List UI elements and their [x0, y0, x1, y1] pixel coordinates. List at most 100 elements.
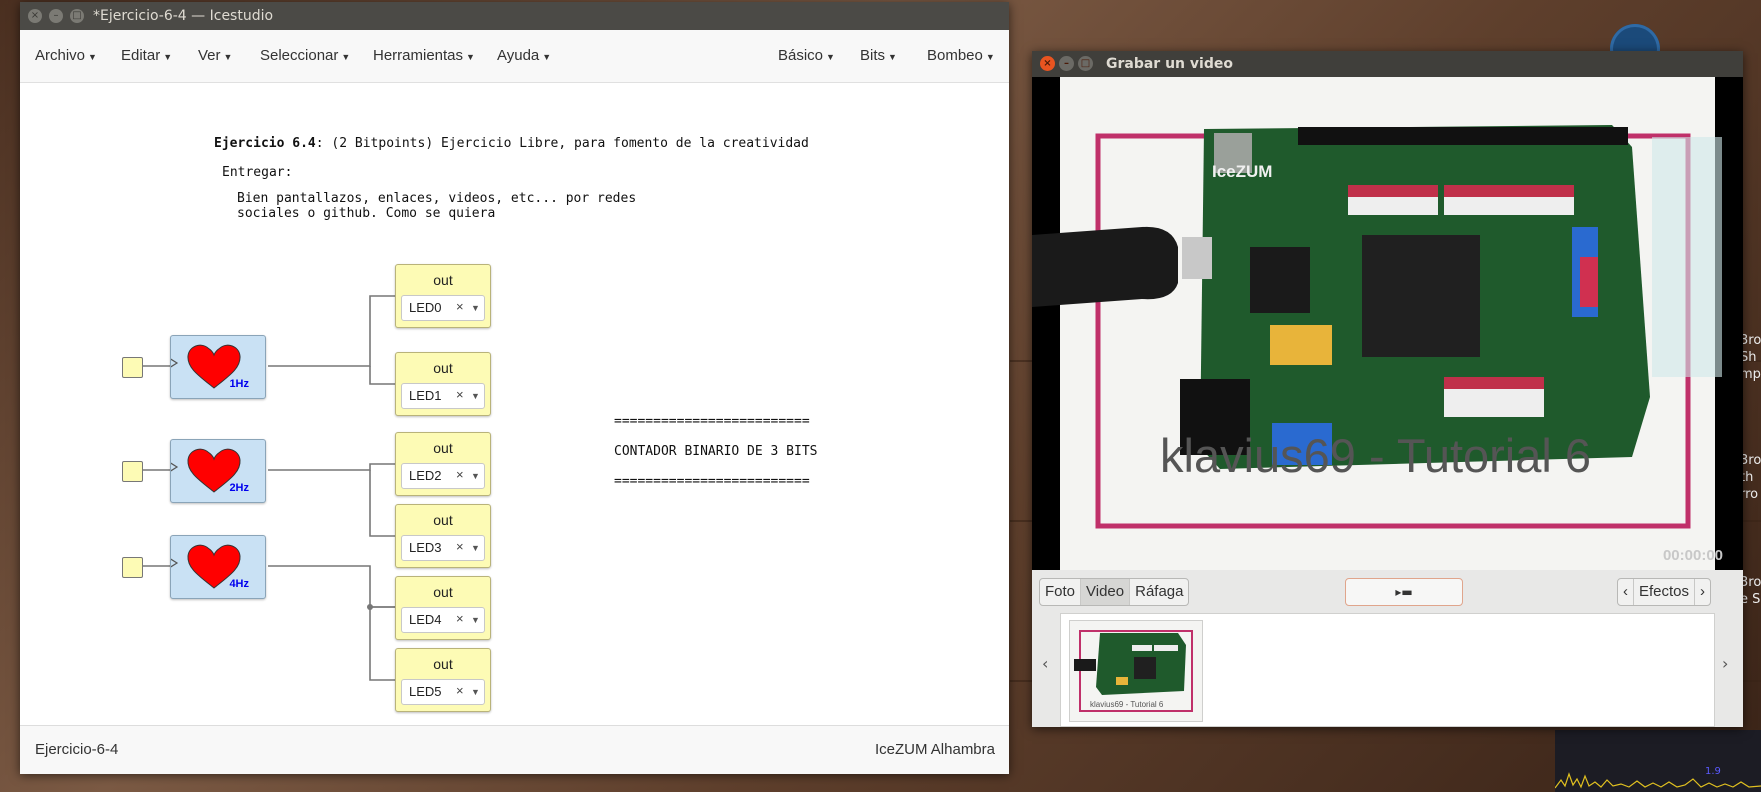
close-icon[interactable]: ×	[28, 9, 42, 23]
thumbnail-image: klavius69 - Tutorial 6	[1070, 621, 1202, 721]
webcam-image: IceZUM klavius69 - Tutorial 6	[1032, 77, 1722, 570]
pin-value: LED3	[409, 540, 442, 555]
desktop-window-text: 3ro Sh mp	[1740, 333, 1761, 382]
design-canvas[interactable]: Ejercicio 6.4: (2 Bitpoints) Ejercicio L…	[20, 83, 1009, 725]
input-port[interactable]	[122, 461, 143, 482]
system-monitor-widget: 1.9	[1555, 730, 1761, 792]
clear-icon[interactable]: ×	[456, 387, 464, 402]
desktop-window-text: 3ro e Sh	[1740, 575, 1761, 607]
output-block[interactable]: out LED2 × ▼	[395, 432, 491, 496]
output-block[interactable]: out LED1 × ▼	[395, 352, 491, 416]
output-block[interactable]: out LED3 × ▼	[395, 504, 491, 568]
heart-icon	[171, 544, 241, 589]
pin-value: LED5	[409, 684, 442, 699]
input-port[interactable]	[122, 557, 143, 578]
output-pin-select[interactable]: LED0 × ▼	[401, 295, 485, 321]
clock-frequency: 4Hz	[229, 578, 249, 590]
menubar: Archivo ▼ Editar ▼ Ver ▼ Seleccionar ▼ Herra…	[20, 30, 1009, 83]
clear-icon[interactable]: ×	[456, 539, 464, 554]
clear-icon[interactable]: ×	[456, 683, 464, 698]
icestudio-titlebar[interactable]: × – □ *Ejercicio-6-4 — Icestudio	[20, 2, 1009, 30]
video-thumbnail[interactable]: klavius69 - Tutorial 6	[1069, 620, 1203, 722]
window-title: Grabar un video	[1106, 56, 1233, 72]
chevron-right-icon[interactable]: ›	[1695, 579, 1710, 605]
clear-icon[interactable]: ×	[456, 299, 464, 314]
output-block[interactable]: out LED5 × ▼	[395, 648, 491, 712]
desktop-window-text: 3ro th rro	[1740, 453, 1761, 502]
window-title: *Ejercicio-6-4 — Icestudio	[93, 8, 274, 24]
output-block[interactable]: out LED4 × ▼	[395, 576, 491, 640]
menu-bombeo[interactable]: Bombeo ▼	[927, 47, 995, 64]
menu-basico[interactable]: Básico ▼	[778, 47, 835, 64]
caret-down-icon: ▼	[88, 52, 97, 62]
output-pin-select[interactable]: LED3 × ▼	[401, 535, 485, 561]
output-pin-select[interactable]: LED4 × ▼	[401, 607, 485, 633]
menu-ayuda[interactable]: Ayuda ▼	[497, 47, 551, 64]
wires	[141, 295, 395, 681]
cheese-toolbar: Foto Video Ráfaga ▸▬ ‹ Efectos ›	[1032, 570, 1743, 610]
record-button[interactable]: ▸▬	[1345, 578, 1463, 606]
output-label: out	[433, 360, 453, 376]
minimize-icon[interactable]: –	[49, 9, 63, 23]
menu-bits[interactable]: Bits ▼	[860, 47, 897, 64]
heart-clock-block[interactable]: 1Hz	[170, 335, 266, 399]
heart-clock-block[interactable]: 2Hz	[170, 439, 266, 503]
dropdown-caret-icon[interactable]: ▼	[471, 543, 480, 553]
statusbar: Ejercicio-6-4 IceZUM Alhambra	[20, 725, 1009, 774]
output-label: out	[433, 584, 453, 600]
menu-ver[interactable]: Ver ▼	[198, 47, 232, 64]
board-name[interactable]: IceZUM Alhambra	[875, 741, 995, 758]
dropdown-caret-icon[interactable]: ▼	[471, 471, 480, 481]
pin-value: LED1	[409, 388, 442, 403]
clear-icon[interactable]: ×	[456, 467, 464, 482]
thumbnail-strip: ‹ klavius69 - Tutorial 6 ›	[1032, 610, 1743, 727]
board-label: IceZUM	[1212, 162, 1272, 181]
cheese-titlebar[interactable]: × – □ Grabar un video	[1032, 51, 1743, 77]
icestudio-window: × – □ *Ejercicio-6-4 — Icestudio Archivo…	[20, 2, 1009, 774]
mode-selector: Foto Video Ráfaga	[1039, 578, 1190, 606]
output-label: out	[433, 440, 453, 456]
dropdown-caret-icon[interactable]: ▼	[471, 615, 480, 625]
dropdown-caret-icon[interactable]: ▼	[471, 687, 480, 697]
mode-video[interactable]: Video	[1081, 579, 1131, 605]
mode-rafaga[interactable]: Ráfaga	[1130, 579, 1188, 605]
clear-icon[interactable]: ×	[456, 611, 464, 626]
clock-frequency: 2Hz	[229, 482, 249, 494]
dropdown-caret-icon[interactable]: ▼	[471, 303, 480, 313]
output-pin-select[interactable]: LED2 × ▼	[401, 463, 485, 489]
chevron-left-icon[interactable]: ‹	[1042, 654, 1048, 673]
menu-archivo[interactable]: Archivo ▼	[35, 47, 97, 64]
chevron-left-icon[interactable]: ‹	[1618, 579, 1634, 605]
effects-button[interactable]: Efectos	[1634, 579, 1696, 605]
output-block[interactable]: out LED0 × ▼	[395, 264, 491, 328]
output-pin-select[interactable]: LED1 × ▼	[401, 383, 485, 409]
close-icon[interactable]: ×	[1040, 56, 1055, 71]
heart-clock-block[interactable]: 4Hz	[170, 535, 266, 599]
menu-editar[interactable]: Editar ▼	[121, 47, 172, 64]
output-pin-select[interactable]: LED5 × ▼	[401, 679, 485, 705]
mode-foto[interactable]: Foto	[1040, 579, 1082, 605]
menu-herramientas[interactable]: Herramientas ▼	[373, 47, 475, 64]
pin-value: LED4	[409, 612, 442, 627]
caret-down-icon: ▼	[223, 52, 233, 62]
pin-value: LED2	[409, 468, 442, 483]
maximize-icon[interactable]: □	[70, 9, 84, 23]
video-camera-icon: ▸▬	[1395, 585, 1413, 599]
effects-control: ‹ Efectos ›	[1617, 578, 1712, 606]
video-caption: klavius69 - Tutorial 6	[1160, 429, 1591, 482]
caret-down-icon: ▼	[341, 52, 351, 62]
thumbnail-caption: klavius69 - Tutorial 6	[1090, 700, 1164, 709]
caret-down-icon: ▼	[542, 52, 552, 62]
menu-seleccionar[interactable]: Seleccionar ▼	[260, 47, 350, 64]
input-port[interactable]	[122, 357, 143, 378]
sysmon-value: 1.9	[1705, 766, 1721, 777]
maximize-icon[interactable]: □	[1078, 56, 1093, 71]
caret-down-icon: ▼	[985, 52, 995, 62]
minimize-icon[interactable]: –	[1059, 56, 1074, 71]
chevron-right-icon[interactable]: ›	[1722, 654, 1728, 673]
project-name: Ejercicio-6-4	[35, 741, 119, 758]
caret-down-icon: ▼	[466, 52, 475, 62]
dropdown-caret-icon[interactable]: ▼	[471, 391, 480, 401]
caret-down-icon: ▼	[888, 52, 897, 62]
heart-icon	[171, 344, 241, 389]
